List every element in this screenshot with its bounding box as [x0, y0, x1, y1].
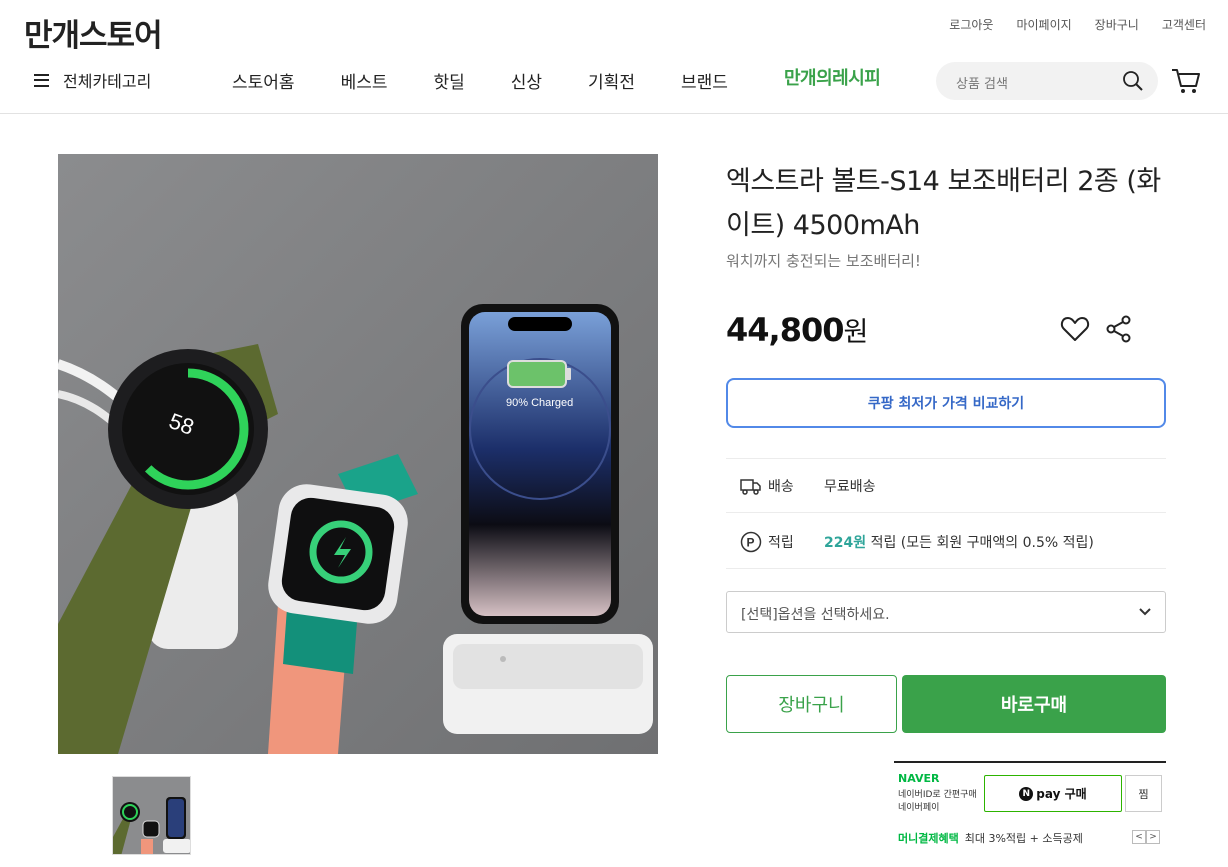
truck-icon — [740, 479, 761, 495]
naver-pay-desc: 네이버ID로 간편구매 — [898, 790, 977, 800]
mypage-link[interactable]: 마이페이지 — [1016, 16, 1071, 33]
divider — [726, 458, 1166, 459]
cart-icon[interactable] — [1170, 66, 1202, 96]
logout-link[interactable]: 로그아웃 — [949, 16, 993, 33]
benefit-label: 머니결제혜택 — [898, 832, 959, 845]
product-main-image[interactable]: 58 90% Charged — [58, 154, 658, 754]
heart-icon[interactable] — [1060, 315, 1090, 343]
chevron-right-icon[interactable]: > — [1146, 830, 1160, 844]
price-value: 44,800 — [726, 311, 844, 349]
naver-pay-label: pay 구매 — [1036, 787, 1087, 801]
points-label: 적립 — [768, 535, 794, 551]
option-select-placeholder: [선택]옵션을 선택하세요. — [741, 607, 890, 623]
benefit-pager: < > — [1132, 830, 1160, 844]
points-value: 224원 — [824, 535, 867, 551]
customer-center-link[interactable]: 고객센터 — [1162, 16, 1206, 33]
points-icon: P — [740, 531, 762, 553]
all-category-label: 전체카테고리 — [63, 72, 152, 91]
shipping-value: 무료배송 — [824, 479, 876, 495]
divider — [726, 568, 1166, 569]
points-row: P 적립 224원 적립 (모든 회원 구매액의 0.5% 적립) — [740, 531, 1094, 553]
nav-new[interactable]: 신상 — [511, 68, 542, 93]
naver-pay-box: NAVER 네이버ID로 간편구매 네이버페이 N pay 구매 찜 머니결제혜… — [894, 761, 1166, 867]
naver-pay-benefit: 머니결제혜택 최대 3%적립 + 소득공제 — [898, 830, 1083, 846]
nav-best[interactable]: 베스트 — [341, 68, 388, 93]
recipe-link[interactable]: 만개의레시피 — [784, 64, 881, 90]
shipping-row: 배송 무료배송 — [740, 476, 876, 496]
option-select[interactable]: [선택]옵션을 선택하세요. — [726, 591, 1166, 633]
nav-store-home[interactable]: 스토어홈 — [232, 68, 295, 93]
search-input[interactable]: 상품 검색 — [956, 73, 1008, 92]
product-title: 엑스트라 볼트-S14 보조배터리 2종 (화이트) 4500mAh — [726, 166, 1161, 241]
cart-link[interactable]: 장바구니 — [1095, 16, 1139, 33]
product-price: 44,800원 — [726, 310, 868, 349]
price-unit: 원 — [843, 317, 868, 348]
shipping-label: 배송 — [768, 479, 794, 495]
buy-now-button[interactable]: 바로구매 — [902, 675, 1166, 733]
benefit-text: 최대 3%적립 + 소득공제 — [964, 832, 1083, 845]
svg-text:P: P — [747, 536, 755, 550]
search-icon[interactable] — [1122, 70, 1144, 92]
nav-hotdeal[interactable]: 핫딜 — [433, 68, 464, 93]
zzim-button[interactable]: 찜 — [1125, 775, 1162, 812]
main-nav: 전체카테고리 스토어홈 베스트 핫딜 신상 기획전 브랜드 만개의레시피 상품 … — [0, 62, 1228, 102]
nav-brand[interactable]: 브랜드 — [681, 68, 728, 93]
store-logo[interactable]: 만개스토어 — [24, 10, 163, 55]
utility-links: 로그아웃 마이페이지 장바구니 고객센터 — [949, 16, 1206, 33]
nav-promotion[interactable]: 기획전 — [588, 68, 635, 93]
product-subtitle: 워치까지 충전되는 보조배터리! — [726, 252, 921, 270]
naver-pay-button[interactable]: N pay 구매 — [984, 775, 1122, 812]
chevron-down-icon — [1139, 608, 1151, 616]
category-nav: 스토어홈 베스트 핫딜 신상 기획전 브랜드 — [232, 68, 774, 93]
product-thumbnail[interactable] — [112, 776, 191, 855]
header-divider — [0, 113, 1228, 114]
add-to-cart-button[interactable]: 장바구니 — [726, 675, 897, 733]
chevron-left-icon[interactable]: < — [1132, 830, 1146, 844]
price-compare-button[interactable]: 쿠팡 최저가 가격 비교하기 — [726, 378, 1166, 428]
naver-pay-desc2: 네이버페이 — [898, 803, 940, 813]
share-icon[interactable] — [1105, 315, 1133, 343]
all-category-button[interactable]: 전체카테고리 — [34, 68, 151, 92]
search-box[interactable]: 상품 검색 — [936, 62, 1158, 100]
points-desc: 적립 (모든 회원 구매액의 0.5% 적립) — [870, 535, 1094, 551]
phone-charge-caption: 90% Charged — [506, 397, 573, 409]
hamburger-icon — [34, 73, 49, 87]
naver-logo: NAVER — [898, 772, 940, 785]
naver-n-icon: N — [1019, 786, 1034, 801]
divider — [726, 512, 1166, 513]
